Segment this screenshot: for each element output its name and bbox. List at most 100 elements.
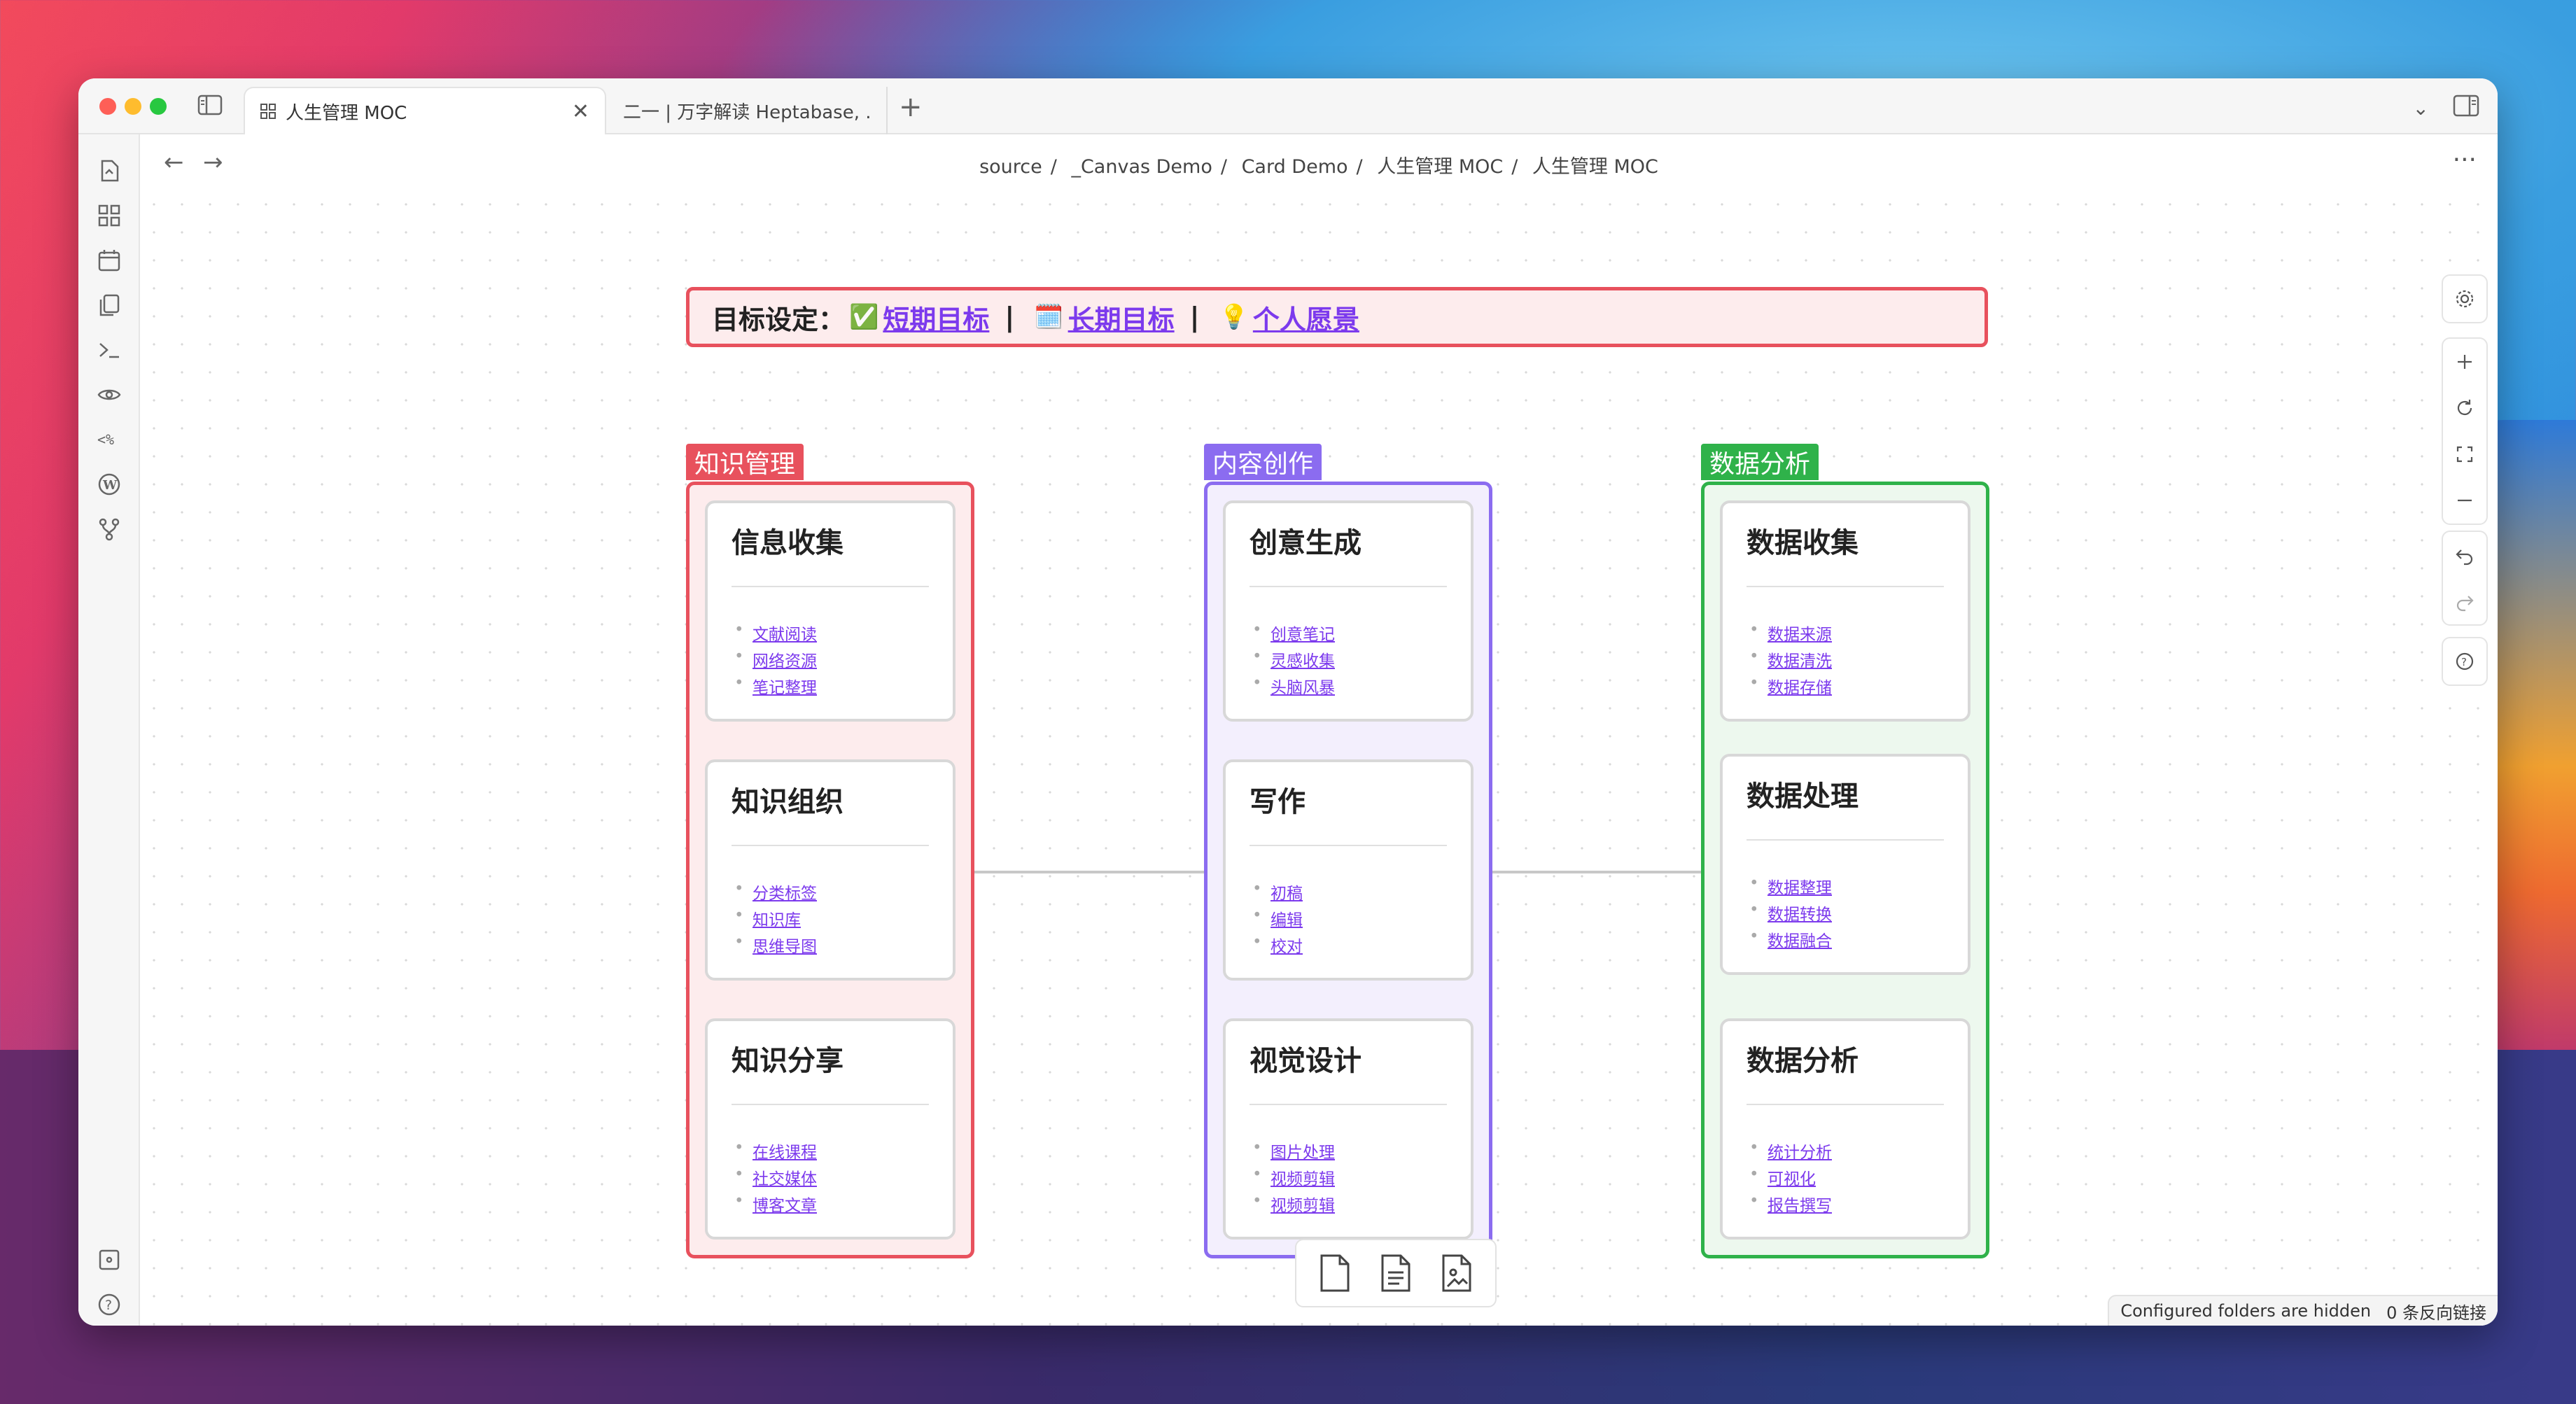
breadcrumb-item[interactable]: 人生管理 MOC [1532,156,1658,178]
add-card-icon[interactable] [1315,1252,1354,1294]
card-data-process[interactable]: 数据处理 数据整理 数据转换 数据融合 [1720,754,1970,975]
card-title: 写作 [1250,786,1306,818]
canvas-grid-icon[interactable] [97,203,122,228]
card-divider [1746,839,1944,841]
zoom-out-icon[interactable] [2443,477,2486,524]
eye-icon[interactable] [97,382,122,407]
list-item[interactable]: 校对 [1252,933,1303,960]
list-item[interactable]: 思维导图 [734,933,817,960]
card-knowledge-org[interactable]: 知识组织 分类标签 知识库 思维导图 [705,759,955,981]
card-list: 初稿 编辑 校对 [1252,880,1303,960]
canvas-help-icon[interactable]: ? [2443,638,2486,685]
list-item[interactable]: 数据清洗 [1749,647,1832,674]
card-writing[interactable]: 写作 初稿 编辑 校对 [1223,759,1474,981]
redo-icon[interactable] [2443,578,2486,624]
list-item[interactable]: 知识库 [734,906,817,933]
more-options-icon[interactable]: ··· [2453,146,2477,174]
list-item[interactable]: 数据存储 [1749,674,1832,701]
close-tab-icon[interactable]: ✕ [572,99,589,124]
reset-zoom-icon[interactable] [2443,385,2486,431]
breadcrumb-item[interactable]: Card Demo [1242,156,1348,178]
list-item[interactable]: 灵感收集 [1252,647,1335,674]
tab-heptabase[interactable]: 二一 | 万字解读 Heptabase, ... [608,87,888,134]
tab-life-moc[interactable]: 人生管理 MOC ✕ [244,87,606,134]
card-divider [732,1104,929,1105]
zoom-window-button[interactable] [150,98,167,115]
lightbulb-icon: 💡 [1219,303,1249,331]
long-term-goal-link[interactable]: 长期目标 [1068,298,1175,337]
group-label-data[interactable]: 数据分析 [1701,444,1819,480]
wordpress-icon[interactable]: W [97,472,122,497]
card-title: 知识分享 [732,1045,844,1077]
group-knowledge[interactable]: 信息收集 文献阅读 网络资源 笔记整理 知识组织 分类标签 知识库 思维导图 知… [686,482,974,1258]
list-item[interactable]: 数据融合 [1749,927,1832,954]
list-item[interactable]: 笔记整理 [734,674,817,701]
canvas-area[interactable]: ← → source / _Canvas Demo / Card Demo / 人生管… [140,134,2498,1326]
copy-icon[interactable] [97,293,122,318]
group-content[interactable]: 创意生成 创意笔记 灵感收集 头脑风暴 写作 初稿 编辑 校对 视觉设计 [1204,482,1492,1258]
minimize-window-button[interactable] [125,98,141,115]
card-info-collect[interactable]: 信息收集 文献阅读 网络资源 笔记整理 [705,500,955,722]
card-list: 数据来源 数据清洗 数据存储 [1749,621,1832,701]
new-tab-button[interactable]: + [899,91,923,123]
template-code-icon[interactable]: <% [97,427,122,452]
breadcrumb-separator: / [1050,156,1057,178]
list-item[interactable]: 视频剪辑 [1252,1192,1335,1219]
card-data-collect[interactable]: 数据收集 数据来源 数据清洗 数据存储 [1720,500,1970,722]
short-term-goal-link[interactable]: 短期目标 [883,298,989,337]
card-data-analysis[interactable]: 数据分析 统计分析 可视化 报告撰写 [1720,1018,1970,1240]
add-note-icon[interactable] [1376,1252,1415,1294]
vault-icon[interactable] [97,1247,122,1272]
list-item[interactable]: 数据转换 [1749,901,1832,927]
breadcrumb-item[interactable]: source [979,156,1042,178]
group-data[interactable]: 数据收集 数据来源 数据清洗 数据存储 数据处理 数据整理 数据转换 数据融合 … [1701,482,1989,1258]
canvas-icon [260,104,276,119]
list-item[interactable]: 初稿 [1252,880,1303,906]
git-branch-icon[interactable] [97,517,122,542]
goal-bar[interactable]: 目标设定： ✅ 短期目标 | 🗓️ 长期目标 | 💡 个人愿景 [686,287,1988,347]
list-item[interactable]: 报告撰写 [1749,1192,1832,1219]
terminal-icon[interactable] [97,337,122,363]
card-divider [732,845,929,846]
personal-vision-link[interactable]: 个人愿景 [1253,298,1359,337]
add-media-icon[interactable] [1437,1252,1476,1294]
card-visual-design[interactable]: 视觉设计 图片处理 视频剪辑 视频剪辑 [1223,1018,1474,1240]
list-item[interactable]: 分类标签 [734,880,817,906]
breadcrumb-item[interactable]: 人生管理 MOC [1377,156,1503,178]
list-item[interactable]: 博客文章 [734,1192,817,1219]
list-item[interactable]: 网络资源 [734,647,817,674]
group-label-content[interactable]: 内容创作 [1204,444,1322,480]
list-item[interactable]: 文献阅读 [734,621,817,647]
list-item[interactable]: 编辑 [1252,906,1303,933]
card-idea-gen[interactable]: 创意生成 创意笔记 灵感收集 头脑风暴 [1223,500,1474,722]
list-item[interactable]: 数据来源 [1749,621,1832,647]
list-item[interactable]: 头脑风暴 [1252,674,1335,701]
sidebar-toggle-icon[interactable] [197,94,223,116]
card-list: 统计分析 可视化 报告撰写 [1749,1139,1832,1219]
list-item[interactable]: 创意笔记 [1252,621,1335,647]
undo-icon[interactable] [2443,532,2486,578]
group-label-knowledge[interactable]: 知识管理 [686,444,804,480]
list-item[interactable]: 数据整理 [1749,874,1832,901]
calendar-icon[interactable] [97,248,122,273]
list-item[interactable]: 可视化 [1749,1165,1832,1192]
list-item[interactable]: 视频剪辑 [1252,1165,1335,1192]
svg-text:?: ? [2461,656,2467,668]
list-item[interactable]: 社交媒体 [734,1165,817,1192]
zoom-in-icon[interactable] [2443,339,2486,385]
list-item[interactable]: 在线课程 [734,1139,817,1165]
fit-view-icon[interactable] [2443,431,2486,477]
breadcrumb-item[interactable]: _Canvas Demo [1071,156,1212,178]
backlinks-count[interactable]: 0 条反向链接 [2386,1299,2486,1324]
right-sidebar-toggle-icon[interactable] [2453,94,2479,118]
list-item[interactable]: 统计分析 [1749,1139,1832,1165]
list-item[interactable]: 图片处理 [1252,1139,1335,1165]
svg-text:W: W [102,478,118,493]
help-icon[interactable]: ? [97,1292,122,1317]
hidden-folders-status: Configured folders are hidden [2120,1301,2372,1321]
gear-icon[interactable] [2443,276,2486,322]
close-window-button[interactable] [99,98,116,115]
card-knowledge-share[interactable]: 知识分享 在线课程 社交媒体 博客文章 [705,1018,955,1240]
chevron-down-icon[interactable]: ⌄ [2413,97,2429,120]
open-file-icon[interactable] [97,158,122,183]
